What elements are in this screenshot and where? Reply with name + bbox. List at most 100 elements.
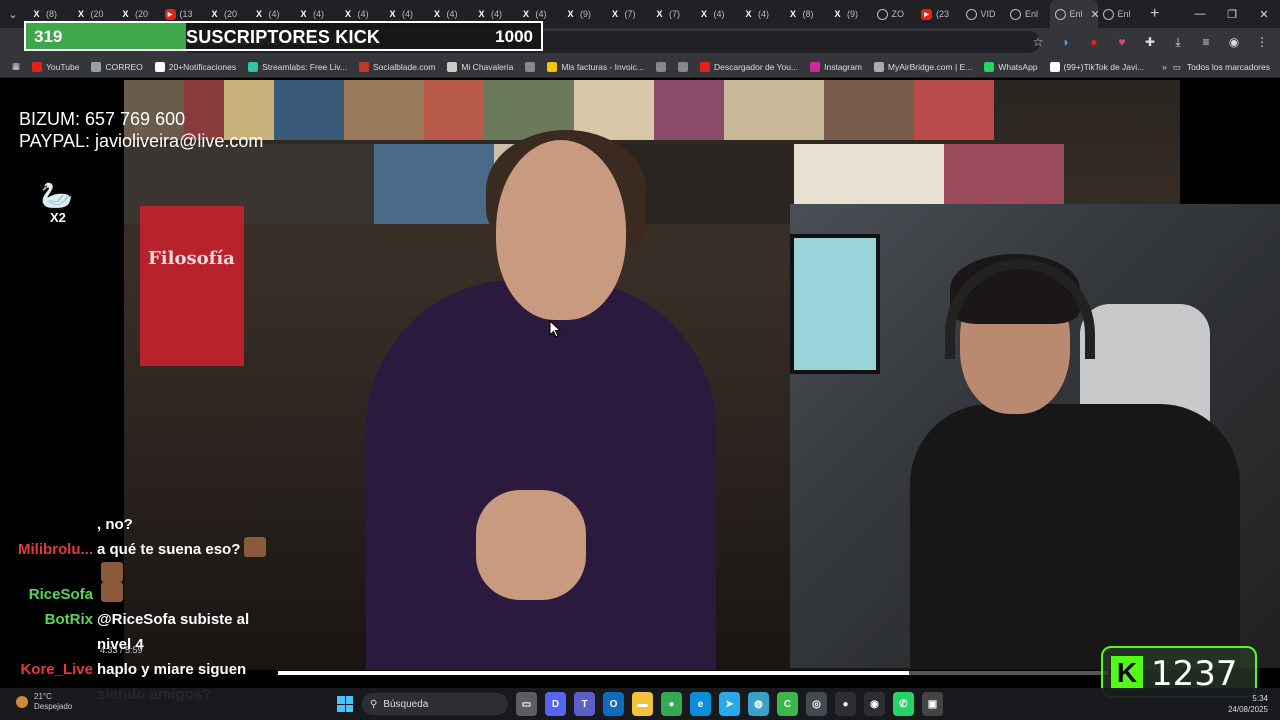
bookmark-item[interactable] (519, 61, 541, 72)
bookmark-favicon-icon (1049, 61, 1060, 72)
heart-extension-icon[interactable]: ♥ (1112, 32, 1132, 52)
browser-tab[interactable]: X (7) (605, 0, 650, 28)
tab-label: (7) (669, 9, 680, 19)
bookmark-label: MyAirBridge.com | E... (887, 61, 973, 72)
bookmark-label: WhatsApp (998, 61, 1038, 72)
chat-username: RiceSofa (28, 586, 93, 603)
bookmark-item[interactable] (672, 61, 694, 72)
discord-icon[interactable]: D (545, 692, 566, 716)
chat-overlay: , no? Milibrolu... a qué te suena eso? Rice… (0, 512, 280, 707)
menu-kebab-icon[interactable]: ⋮ (1252, 32, 1272, 52)
video-progress-bar[interactable] (278, 671, 1108, 675)
tab-label: (7) (624, 9, 636, 19)
bookmark-star-icon[interactable]: ☆ (1028, 32, 1048, 52)
bookmark-item[interactable]: (99+)TikTok de Javi... (1044, 61, 1151, 72)
bookmark-favicon-icon (810, 61, 821, 72)
tab-label: (20 (135, 9, 149, 19)
bookmark-item[interactable]: Mi Chavaleria (441, 61, 519, 72)
bookmark-item[interactable] (650, 61, 672, 72)
bookmark-favicon-icon (154, 61, 165, 72)
interviewee (346, 110, 716, 670)
goose-multiplier: X2 (50, 210, 66, 225)
bookmark-item[interactable]: Streamlabs: Free Liv... (242, 61, 353, 72)
browser-tab[interactable]: ZO (872, 0, 917, 28)
globe-app-icon[interactable]: ◍ (748, 692, 769, 716)
app-icon[interactable]: ◎ (806, 692, 827, 716)
weather-desc: Despejado (34, 702, 73, 711)
camtasia-icon[interactable]: C (777, 692, 798, 716)
video-progress-fill (278, 671, 909, 675)
paypal-text: PAYPAL: javioliveira@live.com (19, 131, 264, 151)
taskbar-clock[interactable]: 5:34 24/08/2025 (1228, 693, 1268, 715)
tab-search-chevron-icon[interactable]: ⌄ (0, 0, 26, 28)
bookmark-item[interactable]: Descargador de You... (694, 61, 804, 72)
bookmark-label: Mi Chavaleria (461, 61, 514, 72)
chat-username: BotRix (44, 611, 93, 628)
task-view-icon[interactable]: ▭ (516, 692, 537, 716)
profile-avatar[interactable]: ◉ (1224, 32, 1244, 52)
browser-tab[interactable]: X (8) (783, 0, 828, 28)
bookmark-item[interactable]: WhatsApp (978, 61, 1043, 72)
extension-icon[interactable]: ◗ (1056, 32, 1076, 52)
bookmark-item[interactable]: YouTube (26, 61, 85, 72)
bookmark-favicon-icon (655, 61, 666, 72)
browser-tab[interactable]: X (4) (694, 0, 739, 28)
apps-grid-icon[interactable]: ▦ (6, 61, 26, 72)
subscriber-goal-target: 1000 (495, 27, 533, 46)
start-button[interactable] (337, 696, 353, 712)
app3-icon[interactable]: ◉ (864, 692, 885, 716)
browser-tab[interactable]: Enl (1005, 0, 1050, 28)
app2-icon[interactable]: ● (835, 692, 856, 716)
x-logo-icon: X (77, 9, 84, 19)
download-icon[interactable]: ⤓ (1168, 32, 1188, 52)
maximize-icon[interactable]: ❐ (1216, 0, 1248, 28)
outlook-icon[interactable]: O (603, 692, 624, 716)
whatsapp-icon[interactable]: ✆ (893, 692, 914, 716)
mouse-cursor-icon (549, 320, 561, 338)
browser-tab[interactable]: X (9) (827, 0, 872, 28)
telegram-icon[interactable]: ➤ (719, 692, 740, 716)
obs-icon[interactable]: ▣ (922, 692, 943, 716)
chat-emote-icon (244, 537, 267, 557)
close-tab-icon[interactable]: ✕ (1091, 8, 1098, 21)
media-icon[interactable]: ≡ (1196, 32, 1216, 52)
new-tab-button[interactable]: + (1142, 5, 1167, 23)
bookmark-label: Descargador de You... (713, 61, 799, 72)
puzzle-icon[interactable]: ✚ (1140, 32, 1160, 52)
close-window-icon[interactable]: ✕ (1248, 0, 1280, 28)
browser-tab[interactable]: X (4) (738, 0, 783, 28)
browser-tab[interactable]: VID (961, 0, 1006, 28)
taskbar-search[interactable]: ⚲ Búsqueda (362, 693, 508, 715)
bookmark-item[interactable]: CORREO (85, 61, 148, 72)
bookmark-item[interactable]: Mis facturas - Invoic... (541, 61, 650, 72)
tab-label: (8) (46, 9, 57, 19)
browser-tab[interactable]: ▶ (23 (916, 0, 961, 28)
globe-icon (965, 8, 977, 20)
x-logo-icon: X (700, 9, 707, 19)
file-explorer-icon[interactable]: ▬ (632, 692, 653, 716)
bookmark-item[interactable]: MyAirBridge.com | E... (868, 61, 978, 72)
youtube-extension-icon[interactable]: ● (1084, 32, 1104, 52)
chrome-icon[interactable]: ● (661, 692, 682, 716)
browser-tab[interactable]: Enl ✕ (1049, 0, 1098, 28)
edge-icon[interactable]: e (690, 692, 711, 716)
bookmark-item[interactable]: 20+Notificaciones (149, 61, 242, 72)
bookmark-item[interactable]: Socialblade.com (353, 61, 441, 72)
chat-message: RiceSofa (0, 582, 280, 607)
browser-tab[interactable]: X (7) (649, 0, 694, 28)
bookmark-favicon-icon (91, 61, 102, 72)
bookmark-item[interactable]: Instagram (804, 61, 868, 72)
chevron-right-icon[interactable]: » (1162, 62, 1167, 72)
browser-tab[interactable]: X (9) (560, 0, 605, 28)
x-logo-icon: X (789, 9, 796, 19)
chat-message: Milibrolu... a qué te suena eso? (0, 537, 280, 562)
tab-label: (20 (90, 9, 104, 19)
x-logo-icon: X (389, 9, 396, 19)
all-bookmarks-link[interactable]: Todos los marcadores (1187, 62, 1270, 72)
teams-icon[interactable]: T (574, 692, 595, 716)
minimize-icon[interactable]: — (1184, 0, 1216, 28)
bookmark-label: 20+Notificaciones (168, 61, 237, 72)
x-logo-icon: X (478, 9, 485, 19)
browser-tab[interactable]: Enl (1098, 0, 1143, 28)
weather-widget[interactable]: 21°C Despejado (16, 692, 72, 712)
